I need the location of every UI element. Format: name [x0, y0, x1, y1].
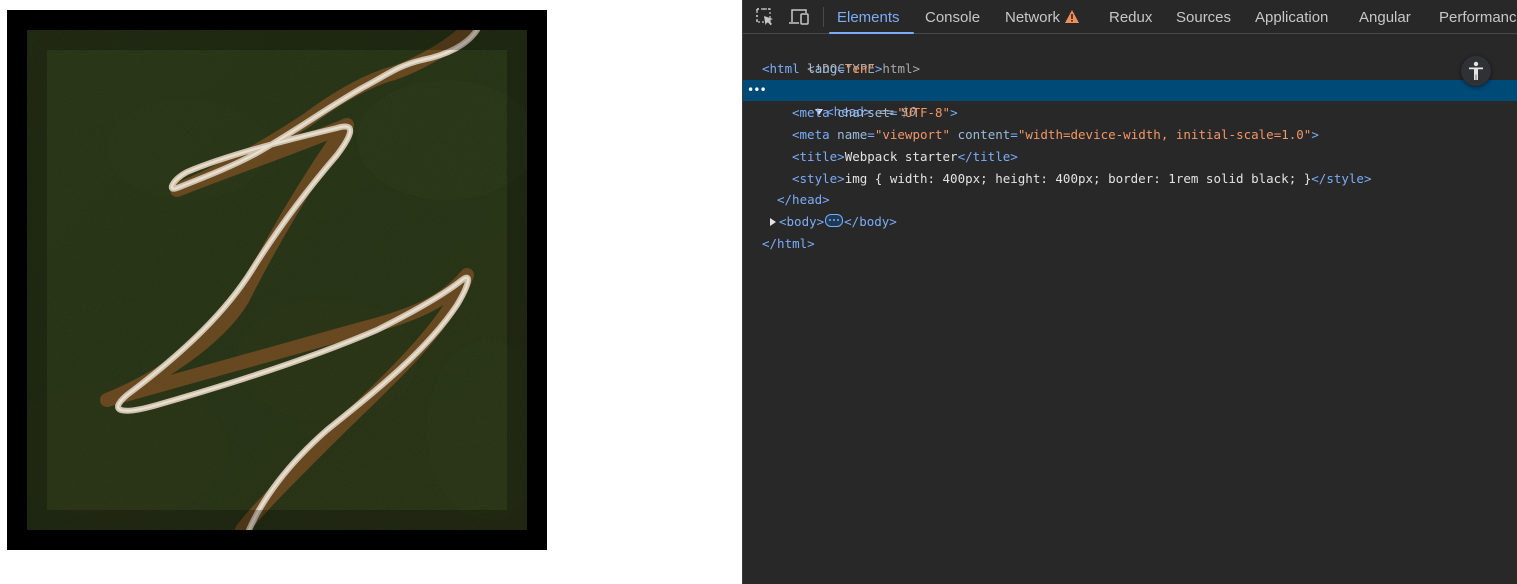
- tag-close: >: [1311, 127, 1319, 142]
- dom-node-html[interactable]: <html lang="en">: [743, 58, 1517, 79]
- tag-close: </body>: [844, 214, 897, 229]
- tag-name: <meta: [792, 105, 830, 120]
- devtools-toolbar: Elements Console Network Redux Sources A…: [743, 0, 1517, 34]
- dom-node-body[interactable]: <body> </body>: [743, 211, 1517, 232]
- tag-name: </head>: [777, 192, 830, 207]
- accessibility-tree-button[interactable]: [1461, 56, 1491, 86]
- dom-node-style[interactable]: <style>img { width: 400px; height: 400px…: [743, 168, 1517, 189]
- attr-value: "viewport": [874, 127, 951, 142]
- tag-name: <meta: [792, 127, 830, 142]
- style-text: img { width: 400px; height: 400px; borde…: [844, 171, 1312, 186]
- dom-tree: <!DOCTYPE html> <html lang="en"> ••• <hea…: [743, 36, 1517, 584]
- tab-performance[interactable]: Performance: [1439, 0, 1517, 34]
- tab-elements[interactable]: Elements: [829, 0, 913, 34]
- tag-close: </title>: [957, 149, 1018, 164]
- attr-name: lang: [807, 61, 838, 76]
- tab-angular[interactable]: Angular: [1359, 0, 1411, 34]
- collapse-triangle-icon[interactable]: [770, 218, 776, 226]
- page-viewport: [0, 0, 742, 584]
- tab-sources[interactable]: Sources: [1176, 0, 1231, 34]
- tag-name: <body>: [779, 214, 825, 229]
- attr-value: "UTF-8": [897, 105, 951, 120]
- tab-console[interactable]: Console: [925, 0, 980, 34]
- tag-name: <style>: [792, 171, 845, 186]
- attr-value: "en": [844, 61, 875, 76]
- dom-node-head-close[interactable]: </head>: [743, 189, 1517, 210]
- tag-name: </html>: [762, 236, 815, 251]
- tag-close: >: [950, 105, 958, 120]
- attr-name: charset: [837, 105, 890, 120]
- devtools-panel: Elements Console Network Redux Sources A…: [742, 0, 1517, 584]
- tag-name: <html: [762, 61, 800, 76]
- tab-application[interactable]: Application: [1255, 0, 1328, 34]
- dom-node-meta-viewport[interactable]: <meta name="viewport" content="width=dev…: [743, 124, 1517, 145]
- toolbar-separator: [823, 7, 824, 27]
- dom-node-meta-charset[interactable]: <meta charset="UTF-8">: [743, 102, 1517, 123]
- dom-node-html-close[interactable]: </html>: [743, 233, 1517, 254]
- warning-icon: [1065, 10, 1080, 23]
- title-text: Webpack starter: [844, 149, 958, 164]
- aerial-road-photo: [27, 30, 527, 530]
- tag-close: </style>: [1311, 171, 1372, 186]
- tag-name: <title>: [792, 149, 845, 164]
- attr-name: content: [957, 127, 1011, 142]
- dom-node-head-selected[interactable]: ••• <head> == $0: [743, 80, 1517, 119]
- tab-redux[interactable]: Redux: [1109, 0, 1152, 34]
- dom-node-title[interactable]: <title>Webpack starter</title>: [743, 146, 1517, 167]
- attr-name: name: [837, 127, 868, 142]
- tab-network[interactable]: Network: [1005, 0, 1080, 34]
- more-options-icon[interactable]: •••: [747, 80, 767, 101]
- dom-node-doctype[interactable]: <!DOCTYPE html>: [743, 37, 1517, 76]
- ellipsis-expand-icon[interactable]: [825, 214, 844, 227]
- device-toolbar-icon[interactable]: [787, 5, 811, 29]
- attr-value: "width=device-width, initial-scale=1.0": [1017, 127, 1312, 142]
- image-black-border: [7, 10, 547, 550]
- accessibility-icon: [1469, 61, 1483, 80]
- inspect-element-icon[interactable]: [753, 5, 777, 29]
- tag-close: >: [874, 61, 883, 76]
